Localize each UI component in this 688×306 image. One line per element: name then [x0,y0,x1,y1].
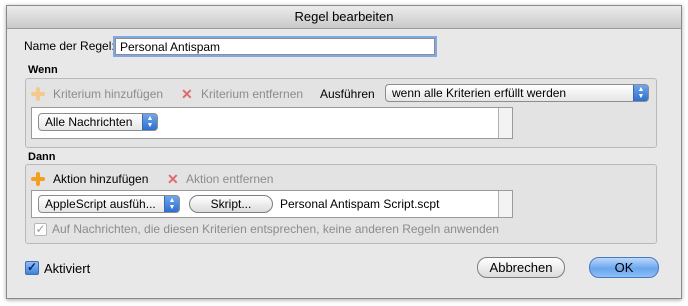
active-label: Aktiviert [44,261,91,276]
popup-arrows-icon: ▲ ▼ [142,114,157,130]
add-criterion-icon [31,87,45,101]
execute-label: Ausführen [320,87,375,101]
popup-arrows-icon: ▲ ▼ [633,85,648,101]
actions-list: AppleScript ausfüh... ▲ ▼ Skript... Perso… [31,190,513,218]
remove-criterion-button[interactable]: Kriterium entfernen [201,87,303,101]
ok-button[interactable]: OK [589,257,659,278]
criteria-list-scrollbar[interactable] [498,108,512,138]
execute-condition-value: wenn alle Kriterien erfüllt werden [392,86,567,100]
add-criterion-button[interactable]: Kriterium hinzufügen [53,87,163,101]
active-checkbox[interactable]: ✓ [25,261,39,275]
window-title: Regel bearbeiten [7,6,681,29]
action-value: AppleScript ausfüh... [45,197,156,211]
add-action-icon [31,172,45,186]
remove-action-button[interactable]: Aktion entfernen [186,172,273,186]
add-action-button[interactable]: Aktion hinzufügen [53,172,148,186]
cancel-button[interactable]: Abbrechen [477,257,565,278]
criterion-select[interactable]: Alle Nachrichten ▲ ▼ [38,113,158,131]
no-other-rules-label: Auf Nachrichten, die diesen Kriterien en… [52,222,499,236]
remove-action-icon: ✕ [167,171,179,187]
remove-criterion-icon: ✕ [181,86,193,102]
action-select[interactable]: AppleScript ausfüh... ▲ ▼ [38,195,180,213]
then-section-title: Dann [28,151,56,163]
rule-name-label: Name der Regel: [24,39,115,53]
script-button[interactable]: Skript... [189,195,273,213]
script-filename: Personal Antispam Script.scpt [280,197,440,211]
popup-arrows-icon: ▲ ▼ [164,196,179,212]
rule-name-input[interactable]: Personal Antispam [115,38,435,55]
actions-list-scrollbar[interactable] [498,191,512,217]
execute-condition-select[interactable]: wenn alle Kriterien erfüllt werden ▲ ▼ [385,84,649,102]
no-other-rules-checkbox[interactable]: ✓ [34,223,47,236]
when-section-title: Wenn [28,64,58,76]
rule-editor-window: Regel bearbeiten Name der Regel: Persona… [6,5,682,299]
criterion-value: Alle Nachrichten [45,115,133,129]
criteria-list: Alle Nachrichten ▲ ▼ [31,107,513,139]
